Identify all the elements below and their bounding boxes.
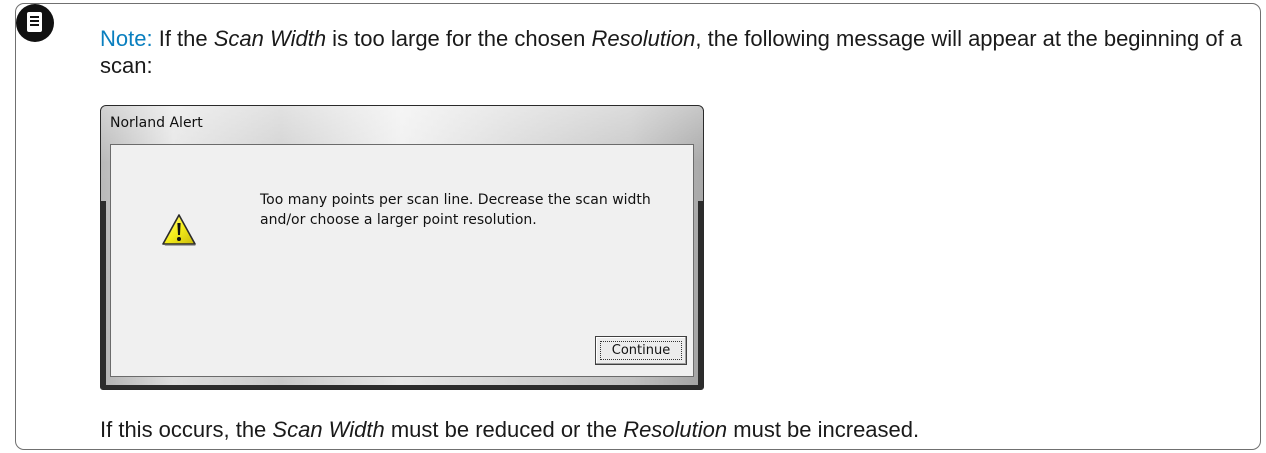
note-box: Note: If the Scan Width is too large for… [15, 3, 1261, 450]
scan-width-term-2: Scan Width [272, 417, 385, 442]
resolution-term-2: Resolution [623, 417, 728, 442]
dialog-title: Norland Alert [110, 115, 203, 131]
resolution-term: Resolution [591, 26, 696, 51]
scan-width-term: Scan Width [213, 26, 327, 51]
dialog-message: Too many points per scan line. Decrease … [260, 192, 651, 228]
alert-dialog-screenshot: Norland Alert Too many points per scan l… [100, 105, 704, 390]
note-document-icon [16, 4, 54, 42]
result-paragraph: If this occurs, the Scan Width must be r… [100, 416, 1250, 443]
note-text-2: is too large for the chosen [326, 26, 592, 51]
continue-button[interactable]: Continue [595, 336, 687, 365]
after-text-1: If this occurs, the [100, 417, 273, 442]
dialog-client-area: Too many points per scan line. Decrease … [110, 144, 694, 377]
after-text-3: must be increased. [727, 417, 920, 442]
note-text-1: If the [152, 26, 214, 51]
note-label: Note: [100, 26, 153, 51]
after-text-2: must be reduced or the [384, 417, 624, 442]
warning-triangle-icon [162, 214, 196, 246]
continue-button-label: Continue [611, 343, 671, 358]
note-paragraph: Note: If the Scan Width is too large for… [100, 25, 1250, 79]
